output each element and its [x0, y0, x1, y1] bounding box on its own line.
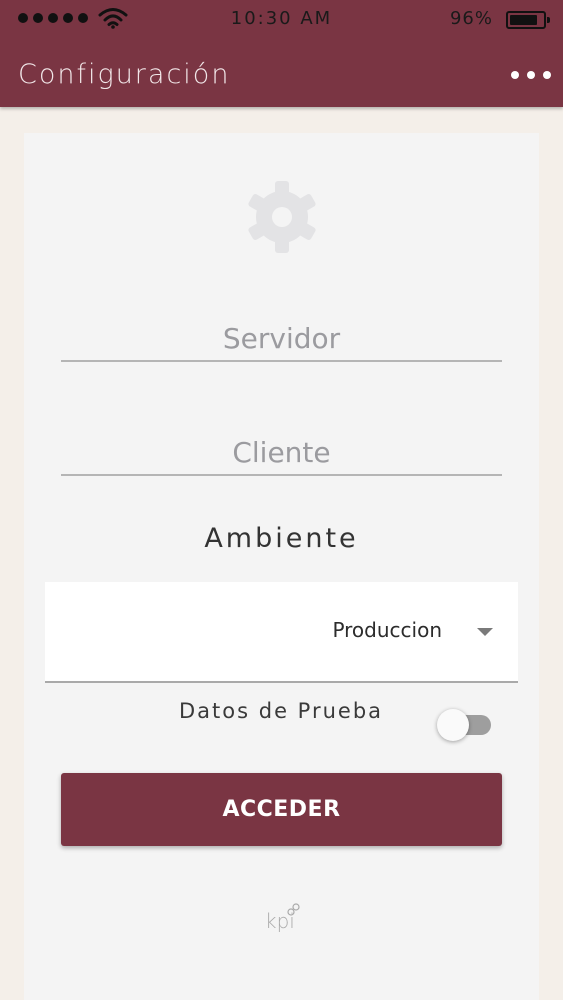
acceder-button[interactable]: ACCEDER [61, 773, 502, 846]
cliente-input[interactable] [61, 430, 502, 476]
gear-icon [248, 181, 316, 253]
datos-prueba-toggle[interactable] [437, 707, 493, 741]
datos-prueba-label: Datos de Prueba [179, 699, 384, 723]
servidor-input[interactable] [61, 316, 502, 362]
kpi-logo: kpi [265, 903, 301, 935]
app-header: 10:30 AM 96% Configuración [0, 0, 563, 107]
status-bar: 10:30 AM 96% [0, 0, 563, 38]
battery-icon [506, 11, 550, 29]
toggle-thumb [437, 709, 469, 741]
battery-fill [510, 15, 537, 25]
ambiente-selected-value: Produccion [332, 618, 442, 642]
more-horizontal-icon[interactable] [511, 66, 551, 84]
battery-percent: 96% [449, 8, 493, 29]
dropdown-arrow-icon [477, 628, 493, 636]
page-title: Configuración [18, 59, 231, 90]
ambiente-label: Ambiente [204, 523, 359, 554]
config-card: Ambiente Produccion Datos de Prueba ACCE… [24, 133, 539, 1000]
kpi-logo-mark [287, 903, 300, 916]
ambiente-select[interactable]: Produccion [45, 582, 518, 683]
